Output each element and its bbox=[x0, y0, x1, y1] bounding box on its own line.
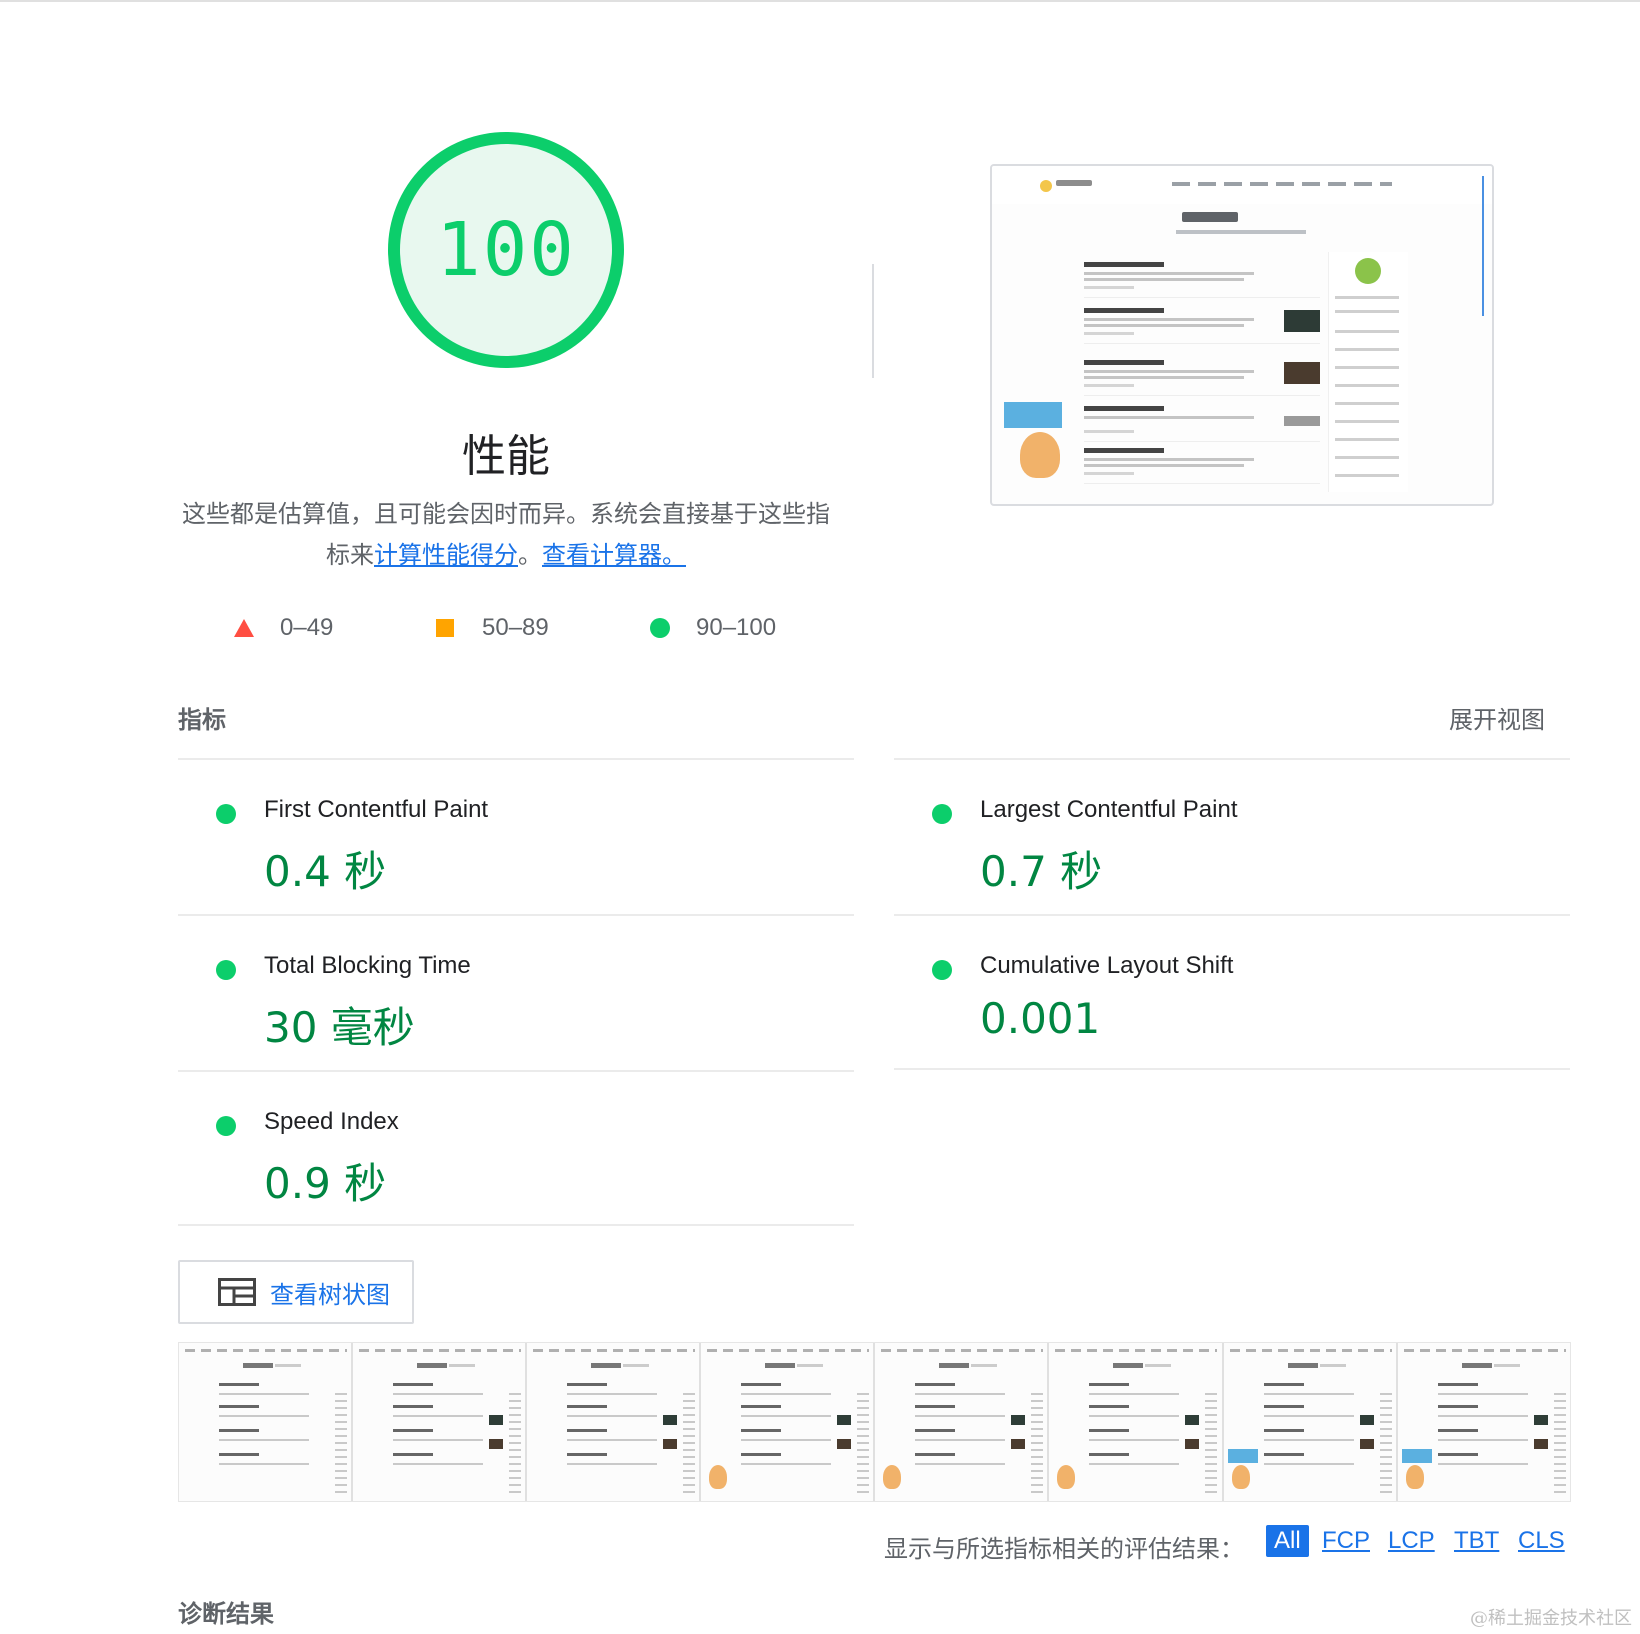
filmstrip-frame bbox=[1049, 1343, 1224, 1501]
metric-fcp: First Contentful Paint 0.4 秒 bbox=[188, 766, 848, 916]
screenshot-nav-links bbox=[1172, 182, 1392, 186]
filmstrip-frame bbox=[353, 1343, 528, 1501]
divider bbox=[178, 914, 854, 916]
screenshot-post-card bbox=[1084, 304, 1320, 344]
divider bbox=[178, 758, 854, 760]
screenshot-site-subtitle bbox=[1176, 230, 1306, 234]
divider bbox=[894, 914, 1570, 916]
gauge-title: 性能 bbox=[462, 431, 550, 482]
metrics-header: 指标 bbox=[178, 706, 226, 734]
treemap-icon bbox=[218, 1278, 256, 1306]
filter-label: 显示与所选指标相关的评估结果： bbox=[884, 1535, 1244, 1563]
filmstrip-frame bbox=[701, 1343, 876, 1501]
diagnostics-header: 诊断结果 bbox=[178, 1600, 274, 1628]
gauge-score: 100 bbox=[436, 207, 576, 293]
metric-title: Largest Contentful Paint bbox=[980, 796, 1238, 823]
filmstrip-frame bbox=[1223, 1343, 1398, 1501]
screenshot-post-card bbox=[1084, 356, 1320, 396]
divider bbox=[178, 1224, 854, 1226]
metric-title: First Contentful Paint bbox=[264, 796, 489, 823]
divider bbox=[894, 758, 1570, 760]
score-legend: 0–49 50–89 90–100 bbox=[230, 614, 830, 644]
screenshot-scroll-indicator bbox=[1482, 176, 1484, 316]
pass-circle-icon bbox=[216, 804, 236, 824]
divider bbox=[178, 1070, 854, 1072]
metric-tbt: Total Blocking Time 30 毫秒 bbox=[188, 922, 848, 1072]
watermark: @稀土掘金技术社区 bbox=[1470, 1608, 1632, 1629]
screenshot-mascot bbox=[1020, 432, 1060, 478]
metric-value: 0.4 秒 bbox=[264, 847, 387, 896]
filter-all[interactable]: All bbox=[1266, 1525, 1309, 1557]
filmstrip-frame bbox=[179, 1343, 354, 1501]
filmstrip-frame bbox=[875, 1343, 1050, 1501]
calc-score-link[interactable]: 计算性能得分 bbox=[374, 541, 518, 569]
final-screenshot[interactable] bbox=[990, 164, 1494, 506]
filmstrip bbox=[178, 1342, 1571, 1502]
screenshot-logo bbox=[1040, 180, 1052, 192]
divider bbox=[894, 1068, 1570, 1070]
metric-title: Total Blocking Time bbox=[264, 952, 471, 979]
filter-lcp[interactable]: LCP bbox=[1388, 1527, 1435, 1555]
triangle-icon bbox=[234, 619, 254, 637]
legend-average: 50–89 bbox=[436, 614, 549, 642]
square-icon bbox=[436, 619, 454, 637]
filter-cls[interactable]: CLS bbox=[1518, 1527, 1565, 1555]
screenshot-avatar bbox=[1355, 258, 1381, 284]
screenshot-post-card bbox=[1084, 258, 1320, 298]
gauge-description: 这些都是估算值，且可能会因时而异。系统会直接基于这些指标来计算性能得分。查看计算… bbox=[176, 494, 836, 576]
legend-pass-label: 90–100 bbox=[696, 614, 777, 641]
legend-fail: 0–49 bbox=[234, 614, 333, 642]
screenshot-brand bbox=[1056, 180, 1092, 186]
circle-icon bbox=[650, 618, 670, 638]
metric-title: Cumulative Layout Shift bbox=[980, 952, 1234, 979]
legend-average-label: 50–89 bbox=[482, 614, 549, 641]
pass-circle-icon bbox=[932, 960, 952, 980]
screenshot-post-card bbox=[1084, 444, 1320, 484]
pass-circle-icon bbox=[932, 804, 952, 824]
filmstrip-frame bbox=[1397, 1343, 1570, 1501]
metric-speed-index: Speed Index 0.9 秒 bbox=[188, 1078, 848, 1228]
top-border bbox=[0, 0, 1640, 2]
metric-value: 0.001 bbox=[980, 994, 1101, 1043]
screenshot-post-card bbox=[1084, 402, 1320, 442]
legend-fail-label: 0–49 bbox=[280, 614, 334, 641]
metric-value: 0.7 秒 bbox=[980, 847, 1103, 896]
performance-gauge: 100 bbox=[384, 128, 628, 372]
legend-pass: 90–100 bbox=[650, 614, 776, 642]
pass-circle-icon bbox=[216, 960, 236, 980]
metric-cls: Cumulative Layout Shift 0.001 bbox=[904, 922, 1564, 1072]
view-treemap-button[interactable]: 查看树状图 bbox=[178, 1260, 414, 1324]
description-separator: 。 bbox=[518, 541, 542, 569]
metric-title: Speed Index bbox=[264, 1108, 399, 1135]
filter-tbt[interactable]: TBT bbox=[1454, 1527, 1499, 1555]
filter-fcp[interactable]: FCP bbox=[1322, 1527, 1370, 1555]
metric-value: 30 毫秒 bbox=[264, 1003, 415, 1052]
screenshot-site-title bbox=[1182, 212, 1238, 222]
screenshot-navbar bbox=[992, 166, 1492, 204]
metric-value: 0.9 秒 bbox=[264, 1159, 387, 1208]
filmstrip-frame bbox=[527, 1343, 702, 1501]
metric-lcp: Largest Contentful Paint 0.7 秒 bbox=[904, 766, 1564, 916]
screenshot-tooltip bbox=[1004, 402, 1062, 428]
calculator-link[interactable]: 查看计算器。 bbox=[542, 541, 686, 569]
pass-circle-icon bbox=[216, 1116, 236, 1136]
expand-view-toggle[interactable]: 展开视图 bbox=[1449, 700, 1545, 735]
treemap-label: 查看树状图 bbox=[270, 1280, 390, 1309]
vertical-divider bbox=[872, 264, 874, 378]
screenshot-sidebar bbox=[1328, 252, 1408, 492]
